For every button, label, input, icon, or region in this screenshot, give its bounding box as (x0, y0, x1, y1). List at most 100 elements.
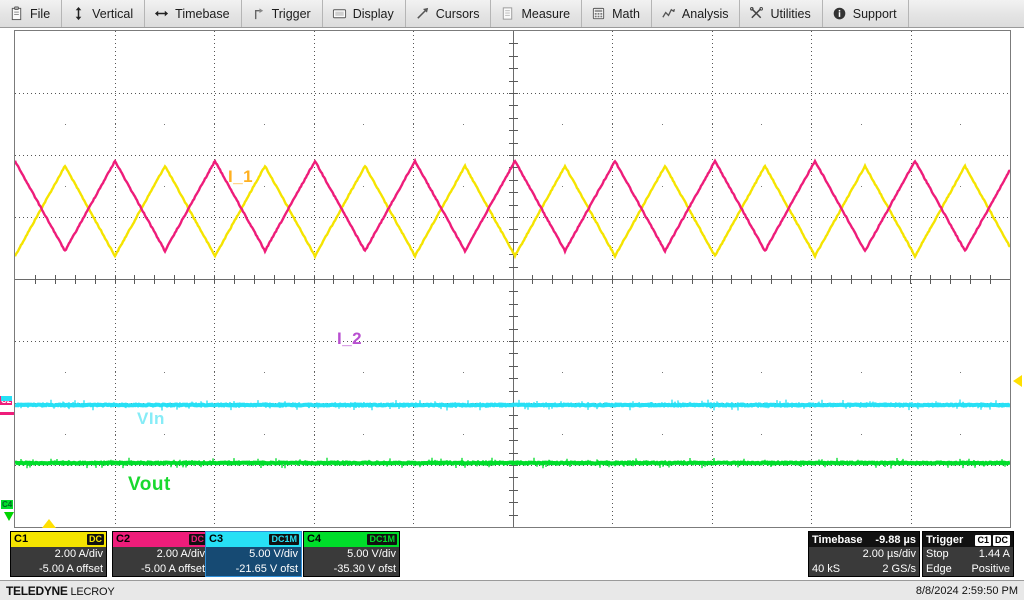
c2-offset: -5.00 A offset (140, 563, 205, 575)
oscilloscope-screen: File Vertical Timebase Trigger Display C… (0, 0, 1024, 600)
menu-label-vertical: Vertical (92, 6, 134, 21)
c1-offset: -5.00 A offset (38, 563, 103, 575)
monitor-icon (332, 9, 346, 19)
waveform-graticule[interactable]: I_1 I_2 VIn Vout (14, 30, 1011, 528)
trigger-level: 1.44 A (978, 548, 1010, 560)
c4-coupling: DC1M (367, 534, 397, 545)
trigger-descriptor[interactable]: Trigger C1 DC Stop 1.44 A Edge Positive (922, 531, 1014, 577)
c3-coupling: DC1M (269, 534, 299, 545)
waveform-label-i2: I_2 (337, 329, 363, 348)
timebase-descriptor[interactable]: Timebase -9.88 µs 2.00 µs/div 40 kS 2 GS… (808, 531, 920, 577)
trigger-coupling: DC (993, 534, 1010, 546)
timebase-scale-row: 2.00 µs/div (809, 547, 919, 562)
diagonal-arrow-icon (417, 7, 428, 19)
waveform-label-i1: I_1 (228, 167, 254, 186)
menu-label-utilities: Utilities (770, 6, 811, 21)
menu-item-timebase[interactable]: Timebase (145, 0, 242, 27)
menu-label-measure: Measure (521, 6, 571, 21)
trigger-source: C1 (975, 534, 991, 546)
channel-marker-c4[interactable]: C4 (1, 500, 14, 509)
c3-header: C3 DC1M (206, 532, 301, 547)
waveform-label-vout: Vout (128, 474, 171, 495)
waveform-icon (662, 8, 675, 18)
c2-header: C2 DC (113, 532, 208, 547)
timebase-samples: 40 kS (812, 563, 841, 575)
measure-list-icon (503, 7, 513, 20)
timebase-scale: 2.00 µs/div (862, 548, 916, 560)
calculator-icon (593, 7, 605, 20)
trigger-state: Stop (926, 548, 949, 560)
menu-item-analysis[interactable]: Analysis (652, 0, 741, 27)
menu-item-cursors[interactable]: Cursors (406, 0, 492, 27)
c3-name: C3 (209, 533, 224, 545)
status-footer: TELEDYNE LECROY 8/8/2024 2:59:50 PM (0, 580, 1024, 600)
updown-arrow-icon (75, 6, 82, 21)
channel-arrow-c4 (4, 512, 14, 521)
trigger-title: Trigger (926, 533, 964, 546)
timestamp: 8/8/2024 2:59:50 PM (915, 584, 1018, 597)
channel-descriptor-c1[interactable]: C1 DC 2.00 A/div -5.00 A offset (10, 531, 107, 577)
menu-label-timebase: Timebase (175, 6, 230, 21)
channel-descriptor-c3[interactable]: C3 DC1M 5.00 V/div -21.65 V ofst (205, 531, 302, 577)
menu-item-file[interactable]: File (0, 0, 63, 27)
c1-name: C1 (14, 533, 29, 545)
c1-scale: 2.00 A/div (54, 548, 103, 560)
c2-coupling: DC (189, 534, 206, 545)
clipboard-icon (11, 6, 22, 21)
menu-item-support[interactable]: Support (823, 0, 909, 27)
channel-level-c3 (1, 396, 12, 401)
menu-label-support: Support (852, 6, 897, 21)
menu-item-measure[interactable]: Measure (491, 0, 583, 27)
channel-descriptor-c2[interactable]: C2 DC 2.00 A/div -5.00 A offset (112, 531, 209, 577)
trigger-state-row: Stop 1.44 A (923, 547, 1013, 562)
brand-logo: TELEDYNE LECROY (6, 584, 115, 598)
graticule-inner: I_1 I_2 VIn Vout (15, 31, 1010, 527)
c3-offset: -21.65 V ofst (235, 563, 298, 575)
c4-header: C4 DC1M (304, 532, 399, 547)
timebase-acq-row: 40 kS 2 GS/s (809, 562, 919, 577)
c1-coupling: DC (87, 534, 104, 545)
leftright-arrow-icon (155, 10, 169, 17)
tools-icon (750, 7, 764, 19)
waveform-label-vin: VIn (137, 409, 165, 428)
descriptor-bar: C1 DC 2.00 A/div -5.00 A offset C2 DC 2.… (0, 531, 1024, 579)
menu-item-vertical[interactable]: Vertical (62, 0, 146, 27)
trace-vout (15, 459, 1010, 467)
brand-lecroy: LECROY (67, 585, 115, 598)
menu-label-analysis: Analysis (681, 6, 729, 21)
timebase-title: Timebase (812, 533, 863, 546)
channel-level-c2 (0, 412, 14, 415)
trigger-level-marker[interactable] (1013, 375, 1022, 387)
trigger-position-marker[interactable] (42, 519, 56, 528)
timebase-rate: 2 GS/s (882, 563, 916, 575)
brand-teledyne: TELEDYNE (6, 583, 68, 598)
menu-label-file: File (30, 6, 51, 21)
menu-item-trigger[interactable]: Trigger (242, 0, 323, 27)
c3-scale: 5.00 V/div (249, 548, 298, 560)
menu-label-math: Math (612, 6, 640, 21)
c4-name: C4 (307, 533, 322, 545)
menu-label-trigger: Trigger (271, 6, 311, 21)
info-icon (833, 7, 846, 20)
menu-item-utilities[interactable]: Utilities (740, 0, 823, 27)
trigger-slope-icon (254, 8, 263, 20)
main-menu-bar: File Vertical Timebase Trigger Display C… (0, 0, 1024, 28)
trigger-slope: Positive (971, 563, 1010, 575)
c2-name: C2 (116, 533, 131, 545)
c2-scale: 2.00 A/div (156, 548, 205, 560)
c4-scale: 5.00 V/div (347, 548, 396, 560)
trace-vin (15, 401, 1010, 409)
c4-offset: -35.30 V ofst (333, 563, 396, 575)
c1-header: C1 DC (11, 532, 106, 547)
menu-item-display[interactable]: Display (323, 0, 406, 27)
menu-label-display: Display (352, 6, 394, 21)
trigger-mode-row: Edge Positive (923, 562, 1013, 577)
trigger-source-group: C1 DC (973, 534, 1010, 546)
trigger-mode: Edge (926, 563, 952, 575)
menu-label-cursors: Cursors (435, 6, 480, 21)
waveform-traces (15, 157, 1010, 469)
trigger-header: Trigger C1 DC (923, 532, 1013, 547)
channel-descriptor-c4[interactable]: C4 DC1M 5.00 V/div -35.30 V ofst (303, 531, 400, 577)
timebase-delay: -9.88 µs (875, 533, 916, 546)
menu-item-math[interactable]: Math (582, 0, 652, 27)
